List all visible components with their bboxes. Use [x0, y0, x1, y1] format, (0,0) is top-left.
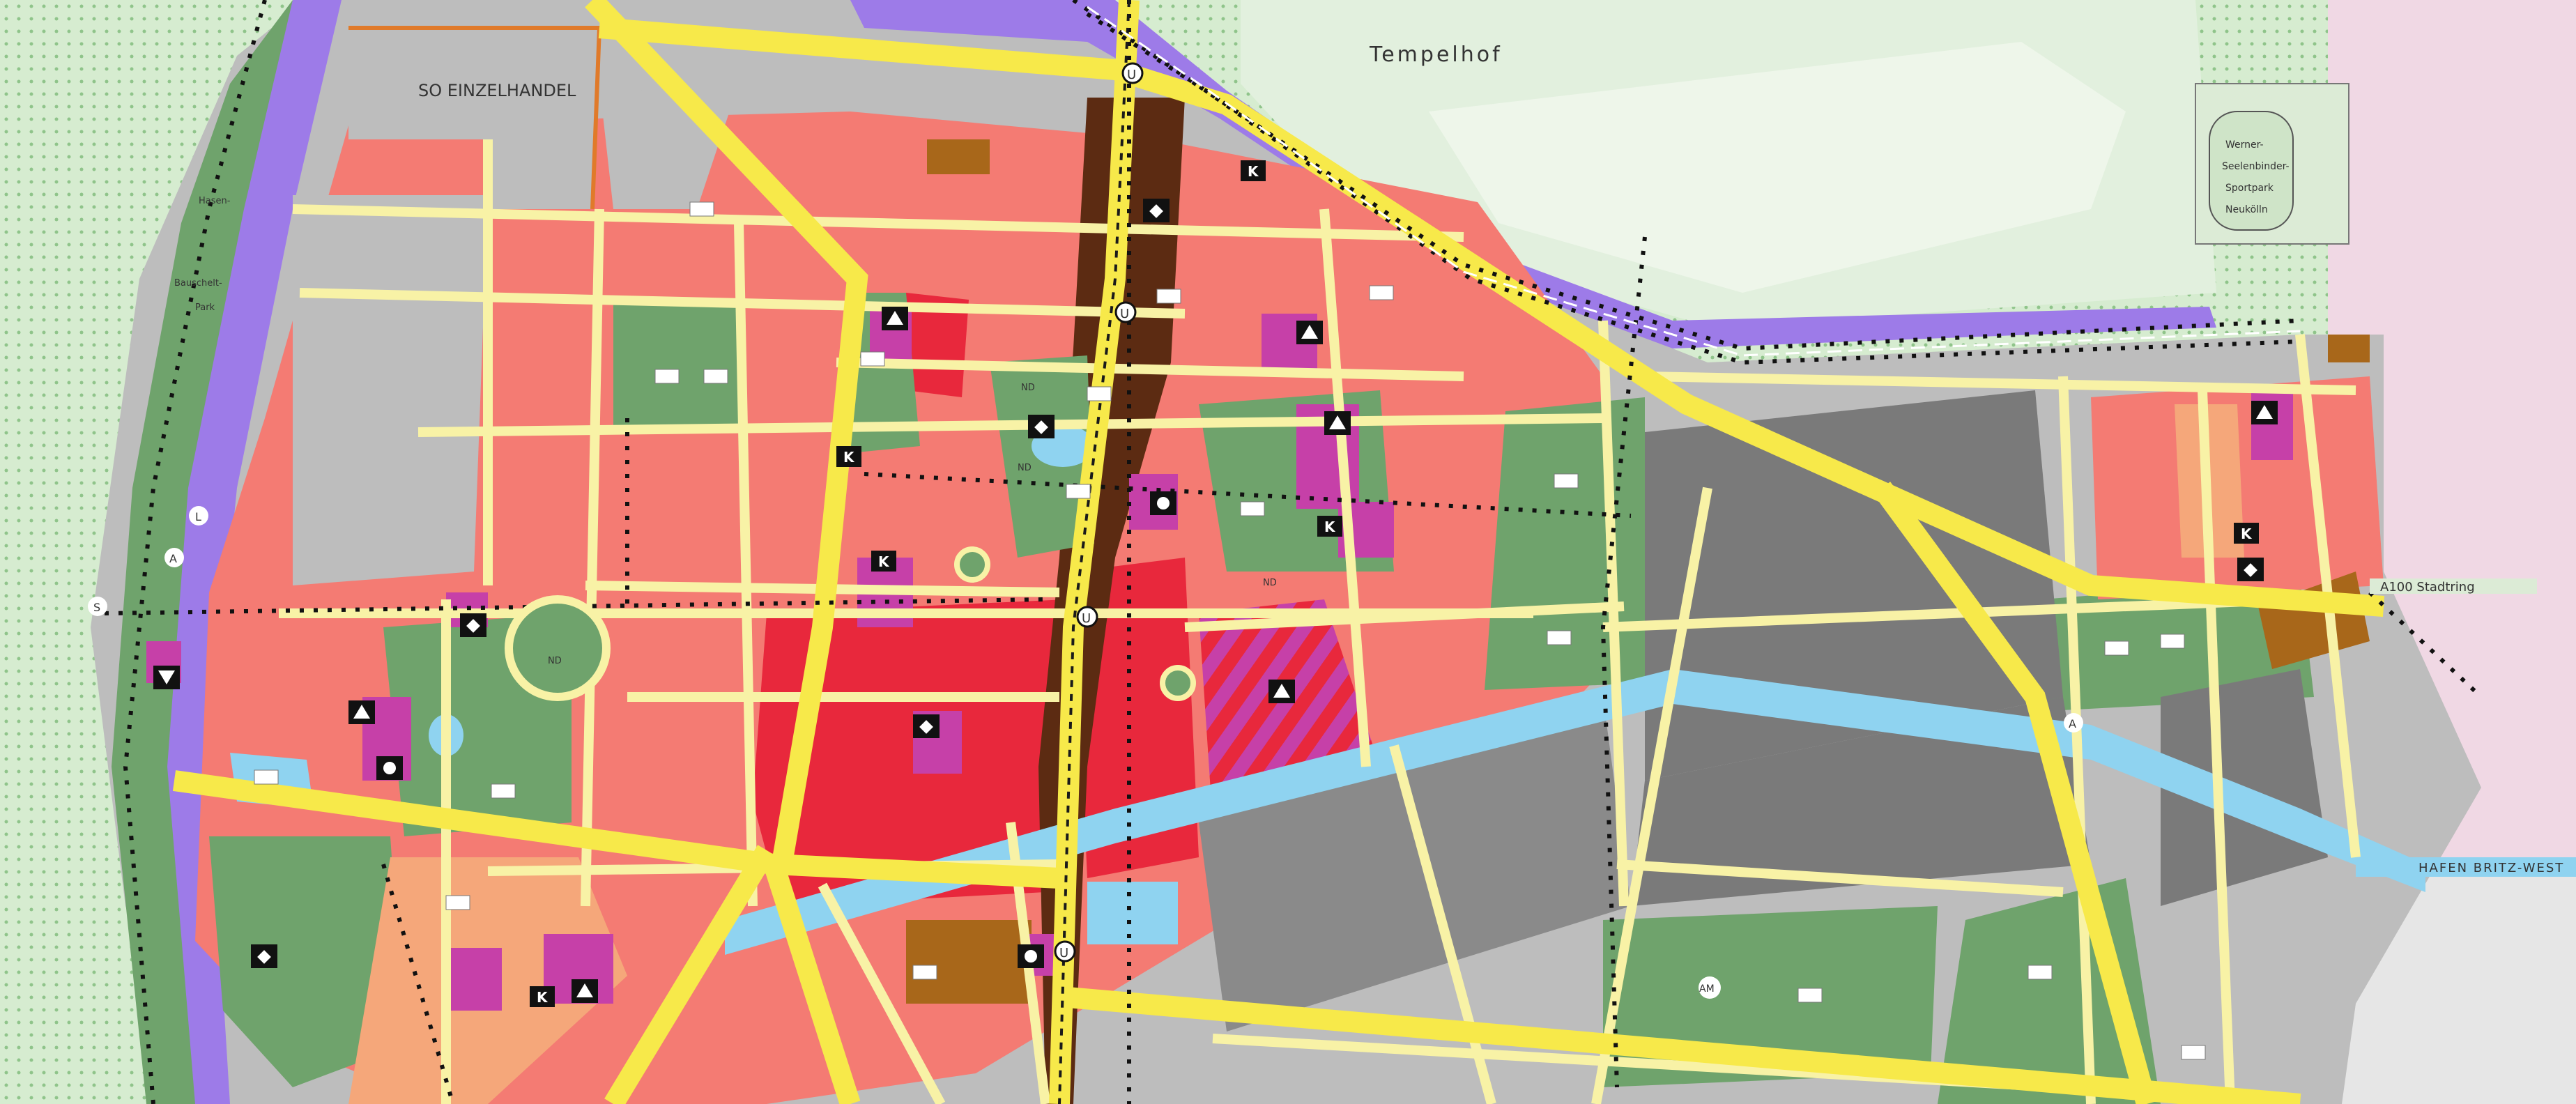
svg-text:K: K: [878, 553, 890, 570]
svg-text:ND: ND: [1018, 463, 1032, 473]
land-use-map: Tempelhof SO EINZELHANDEL A100 Stadtring…: [0, 0, 2576, 1104]
svg-text:U: U: [1120, 307, 1129, 321]
svg-text:L: L: [195, 510, 201, 523]
svg-text:U: U: [1059, 946, 1068, 960]
roundabout-west: [505, 595, 611, 701]
svg-text:A: A: [2069, 717, 2076, 730]
zone-label: SO EINZELHANDEL: [418, 81, 576, 100]
basin: [1087, 882, 1178, 944]
svg-text:S: S: [93, 601, 100, 614]
svg-text:K: K: [1324, 519, 1336, 535]
svg-text:Sportpark: Sportpark: [2225, 183, 2274, 194]
svg-text:Bauschelt-: Bauschelt-: [174, 278, 222, 289]
svg-text:AM: AM: [1699, 983, 1715, 995]
svg-text:Hasen-: Hasen-: [199, 196, 231, 206]
svg-text:K: K: [1248, 163, 1259, 180]
district-label: Tempelhof: [1369, 43, 1503, 67]
svg-text:U: U: [1082, 611, 1091, 626]
ochre-block-south: [906, 920, 1032, 1004]
svg-text:ND: ND: [548, 656, 562, 666]
svg-text:Neukölln: Neukölln: [2225, 204, 2268, 215]
svg-text:A: A: [169, 552, 177, 565]
svg-text:Park: Park: [195, 302, 215, 313]
svg-text:ND: ND: [1263, 578, 1277, 588]
svg-text:ND: ND: [1021, 383, 1035, 393]
roundabout-center: [954, 546, 990, 583]
west-commercial: [293, 195, 488, 585]
roundabout-east: [1160, 665, 1196, 701]
svg-text:K: K: [2241, 526, 2253, 542]
harbor-label: HAFEN BRITZ-WEST: [2418, 861, 2564, 875]
ring-road-label: A100 Stadtring: [2380, 580, 2475, 595]
svg-text:U: U: [1127, 68, 1136, 82]
svg-text:K: K: [537, 989, 549, 1006]
svg-text:Seelenbinder-: Seelenbinder-: [2222, 161, 2290, 172]
svg-text:Werner-: Werner-: [2225, 139, 2264, 151]
green-block-5: [1485, 397, 1645, 690]
ochre-block-north: [927, 139, 990, 174]
ochre-block-ne: [2328, 335, 2370, 362]
svg-text:K: K: [843, 449, 855, 466]
green-block-1: [613, 300, 739, 432]
